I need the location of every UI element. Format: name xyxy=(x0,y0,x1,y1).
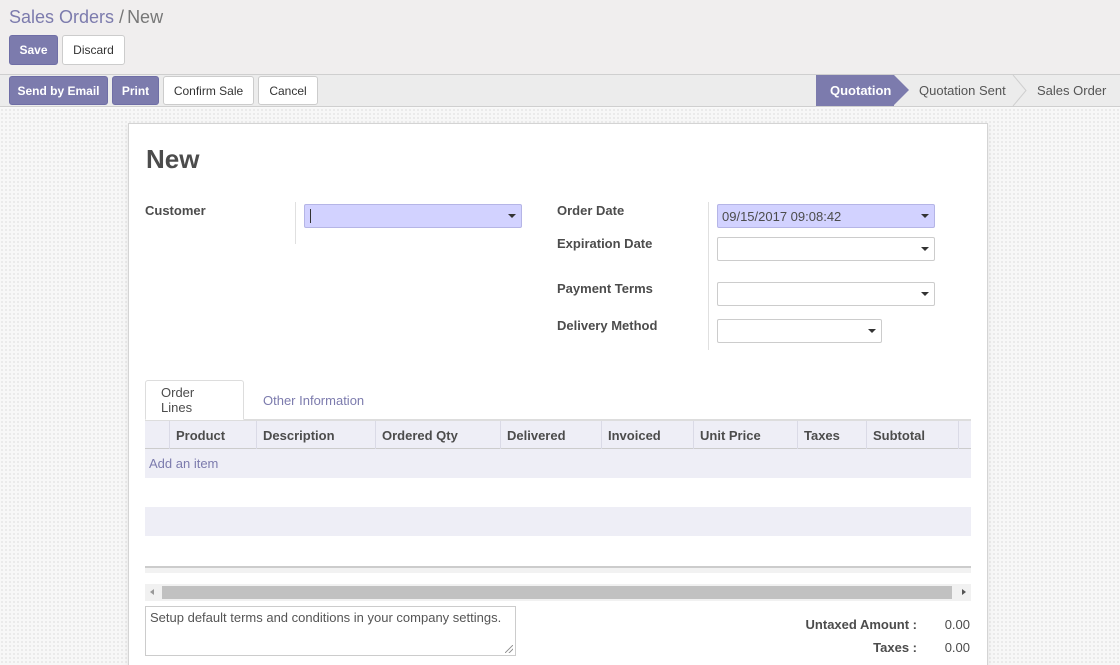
table-row xyxy=(145,536,971,565)
column-taxes[interactable]: Taxes xyxy=(797,421,866,449)
breadcrumb-separator: / xyxy=(119,7,125,27)
print-button[interactable]: Print xyxy=(112,76,159,105)
delivery-method-input[interactable] xyxy=(717,319,882,343)
taxes-label: Taxes : xyxy=(873,640,917,655)
scrollbar-thumb[interactable] xyxy=(162,586,952,599)
table-row: Add an item xyxy=(145,449,971,478)
payment-terms-label: Payment Terms xyxy=(557,281,653,296)
send-by-email-button[interactable]: Send by Email xyxy=(9,76,108,105)
table-footer xyxy=(145,566,971,573)
breadcrumb: Sales Orders / New xyxy=(9,7,163,28)
scroll-left-icon[interactable] xyxy=(150,589,154,595)
chevron-down-icon[interactable] xyxy=(508,214,516,218)
delivery-method-label: Delivery Method xyxy=(557,318,658,333)
order-date-input[interactable]: 09/15/2017 09:08:42 xyxy=(717,204,935,228)
column-ordered-qty[interactable]: Ordered Qty xyxy=(375,421,500,449)
order-date-label: Order Date xyxy=(557,203,625,218)
form-sheet: New Customer Order Date 09/15/2017 09:08… xyxy=(128,123,988,665)
column-handle xyxy=(145,421,169,449)
field-divider xyxy=(708,202,709,350)
page-title: New xyxy=(146,144,200,174)
field-divider xyxy=(295,202,296,244)
customer-input[interactable] xyxy=(304,204,522,228)
column-invoiced[interactable]: Invoiced xyxy=(601,421,693,449)
cancel-button[interactable]: Cancel xyxy=(258,76,318,105)
save-button[interactable]: Save xyxy=(9,35,58,65)
add-an-item-link[interactable]: Add an item xyxy=(149,456,218,471)
expiration-date-label: Expiration Date xyxy=(557,236,653,251)
chevron-down-icon[interactable] xyxy=(921,247,929,251)
stage-separator-icon xyxy=(1012,75,1027,106)
stage-sales-order[interactable]: Sales Order xyxy=(1037,75,1106,106)
table-row xyxy=(145,507,971,536)
scroll-right-icon[interactable] xyxy=(962,589,966,595)
expiration-date-input[interactable] xyxy=(717,237,935,261)
breadcrumb-current: New xyxy=(127,7,164,27)
chevron-down-icon[interactable] xyxy=(868,329,876,333)
confirm-sale-button[interactable]: Confirm Sale xyxy=(163,76,254,105)
terms-placeholder: Setup default terms and conditions in yo… xyxy=(150,610,502,625)
stage-quotation-sent[interactable]: Quotation Sent xyxy=(919,75,1006,106)
breadcrumb-sales-orders[interactable]: Sales Orders xyxy=(9,7,114,27)
resize-handle-icon[interactable] xyxy=(505,645,513,653)
untaxed-amount-label: Untaxed Amount : xyxy=(805,617,917,632)
untaxed-amount-value: 0.00 xyxy=(944,617,970,632)
terms-and-conditions-field[interactable]: Setup default terms and conditions in yo… xyxy=(145,606,516,656)
stage-quotation[interactable]: Quotation xyxy=(816,75,909,106)
payment-terms-input[interactable] xyxy=(717,282,935,306)
taxes-value: 0.00 xyxy=(944,640,970,655)
text-cursor xyxy=(310,209,311,223)
column-product[interactable]: Product xyxy=(169,421,256,449)
tab-other-information[interactable]: Other Information xyxy=(248,380,379,420)
column-subtotal[interactable]: Subtotal xyxy=(866,421,958,449)
order-lines-header: Product Description Ordered Qty Delivere… xyxy=(145,420,971,449)
chevron-down-icon[interactable] xyxy=(921,214,929,218)
column-description[interactable]: Description xyxy=(256,421,375,449)
column-delivered[interactable]: Delivered xyxy=(500,421,601,449)
order-date-value: 09/15/2017 09:08:42 xyxy=(722,208,842,224)
customer-label: Customer xyxy=(145,203,206,218)
column-unit-price[interactable]: Unit Price xyxy=(693,421,797,449)
control-panel: Sales Orders / New Save Discard xyxy=(0,0,1120,75)
discard-button[interactable]: Discard xyxy=(62,35,125,65)
horizontal-scrollbar[interactable] xyxy=(145,584,971,601)
table-row xyxy=(145,478,971,507)
column-trash xyxy=(958,421,971,449)
chevron-down-icon[interactable] xyxy=(921,292,929,296)
tab-order-lines[interactable]: Order Lines xyxy=(145,380,244,420)
statusbar: Send by Email Print Confirm Sale Cancel … xyxy=(0,75,1120,107)
